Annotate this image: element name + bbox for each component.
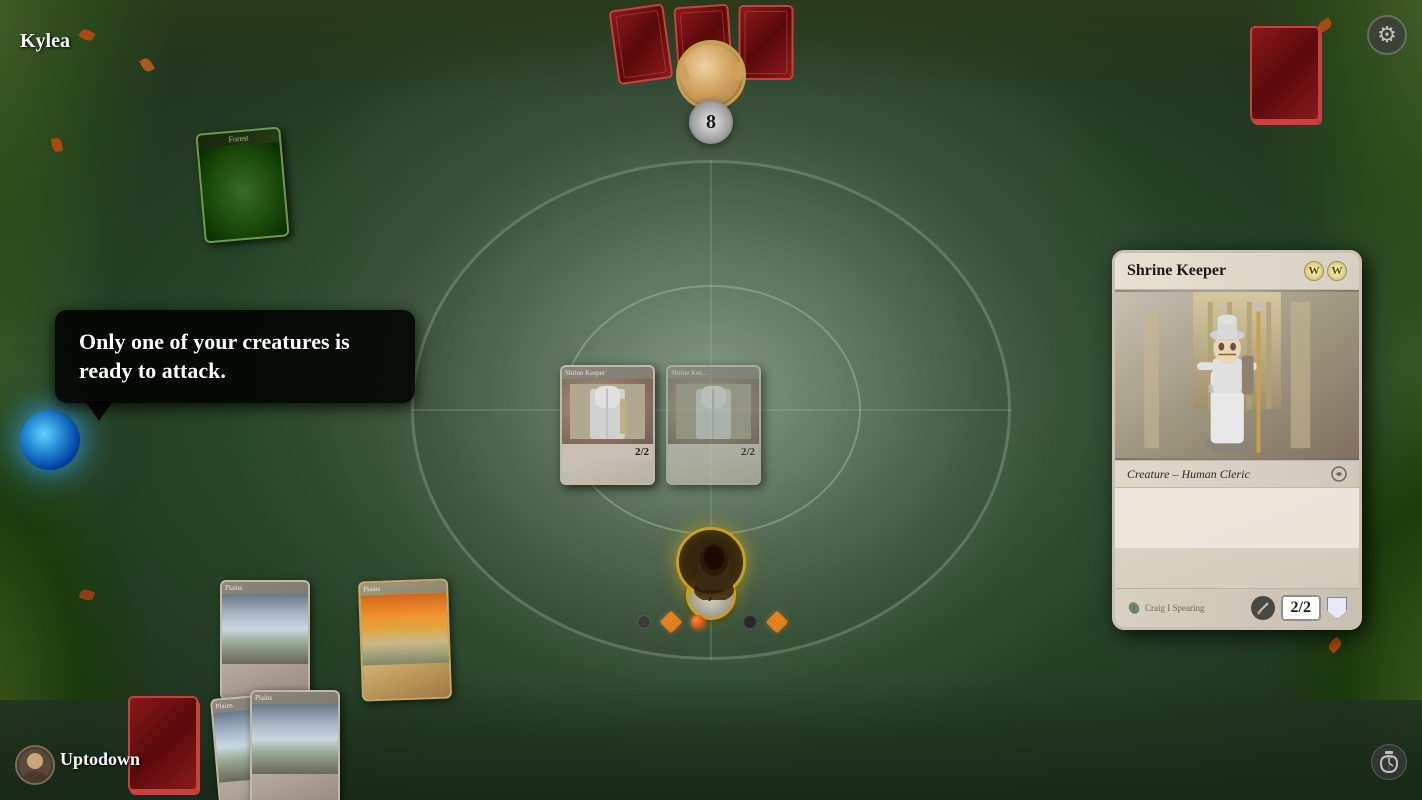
board-card-1-art <box>562 379 653 444</box>
player-plains-card-2[interactable]: Plains <box>360 580 450 700</box>
speech-text: Only one of your creatures is ready to a… <box>79 329 350 383</box>
opponent-face <box>681 45 741 105</box>
mana-spacer <box>717 615 731 629</box>
elf-ear-right <box>732 59 746 81</box>
plains-art-2 <box>360 593 448 666</box>
shield-icon <box>1327 597 1347 619</box>
forest-card[interactable]: Forest <box>195 127 289 244</box>
popup-card-name: Shrine Keeper <box>1127 262 1226 280</box>
timer-button[interactable] <box>1371 744 1407 780</box>
mana-w-1: W <box>1304 261 1324 281</box>
board-card-2-art <box>668 379 759 444</box>
game-board: ⚙ Kylea 8 Forest Shrine Ke <box>0 0 1422 800</box>
mana-orb-empty-1 <box>637 615 651 629</box>
popup-type-line: Creature – Human Cleric <box>1115 460 1359 488</box>
board-card-1-bottom: 2/2 <box>562 444 653 460</box>
mana-bar <box>637 614 785 630</box>
board-card-2-title: Shrine Kee... <box>668 367 759 379</box>
popup-art <box>1115 290 1359 460</box>
mana-diamond-2 <box>766 611 789 634</box>
mana-w-2: W <box>1327 261 1347 281</box>
popup-footer-left: Craig I Spearing <box>1127 601 1204 615</box>
popup-pt-box: 2/2 <box>1251 595 1347 621</box>
mana-orb-orange <box>691 615 705 629</box>
board-card-1-title: Shrine Keeper <box>562 367 653 379</box>
player-name: Uptodown <box>60 749 140 770</box>
land-card-art <box>199 142 288 242</box>
shrine-keeper-card-2[interactable]: Shrine Kee... 2/2 <box>666 365 761 485</box>
mana-orb-empty-2 <box>743 615 757 629</box>
shrine-keeper-popup: Shrine Keeper W W <box>1112 250 1362 630</box>
deck-card-1 <box>1250 26 1320 121</box>
plains-art-1 <box>222 594 308 664</box>
plains-card-2[interactable]: Plains <box>358 578 452 701</box>
opponent-life: 8 <box>689 100 733 144</box>
player-plains-card-1[interactable]: Plains <box>220 580 310 700</box>
sword-icon <box>1251 596 1275 620</box>
settings-button[interactable]: ⚙ <box>1367 15 1407 55</box>
player-deck-card-1 <box>128 696 198 791</box>
player-avatar-area <box>676 527 746 605</box>
speech-bubble: Only one of your creatures is ready to a… <box>55 310 415 403</box>
shrine-keeper-card-1[interactable]: Shrine Keeper 2/2 <box>560 365 655 485</box>
gear-icon: ⚙ <box>1377 22 1397 48</box>
opponent-land-area[interactable]: Forest <box>195 127 289 244</box>
opponent-card-3 <box>739 5 794 80</box>
popup-credit: Craig I Spearing <box>1145 603 1204 613</box>
board-card-2-bottom: 2/2 <box>668 444 759 460</box>
mana-diamond <box>660 611 683 634</box>
opponent-name: Kylea <box>20 30 70 53</box>
player-portrait <box>15 745 55 785</box>
plains-title-1: Plains <box>222 582 308 594</box>
elf-ear-left <box>676 59 690 81</box>
opponent-life-number: 8 <box>706 111 716 134</box>
plains-stack-front[interactable]: Plains <box>250 690 340 800</box>
blue-orb <box>20 410 80 470</box>
opponent-card-1 <box>608 3 673 85</box>
popup-header: Shrine Keeper W W <box>1115 253 1359 290</box>
popup-footer: Craig I Spearing 2/2 <box>1115 588 1359 627</box>
plains-card-1[interactable]: Plains <box>220 580 310 700</box>
popup-mana-cost: W W <box>1304 261 1347 281</box>
opponent-deck <box>1252 30 1322 125</box>
player-figure <box>676 527 746 597</box>
popup-pt-number: 2/2 <box>1281 595 1321 621</box>
popup-text-area <box>1115 488 1359 548</box>
